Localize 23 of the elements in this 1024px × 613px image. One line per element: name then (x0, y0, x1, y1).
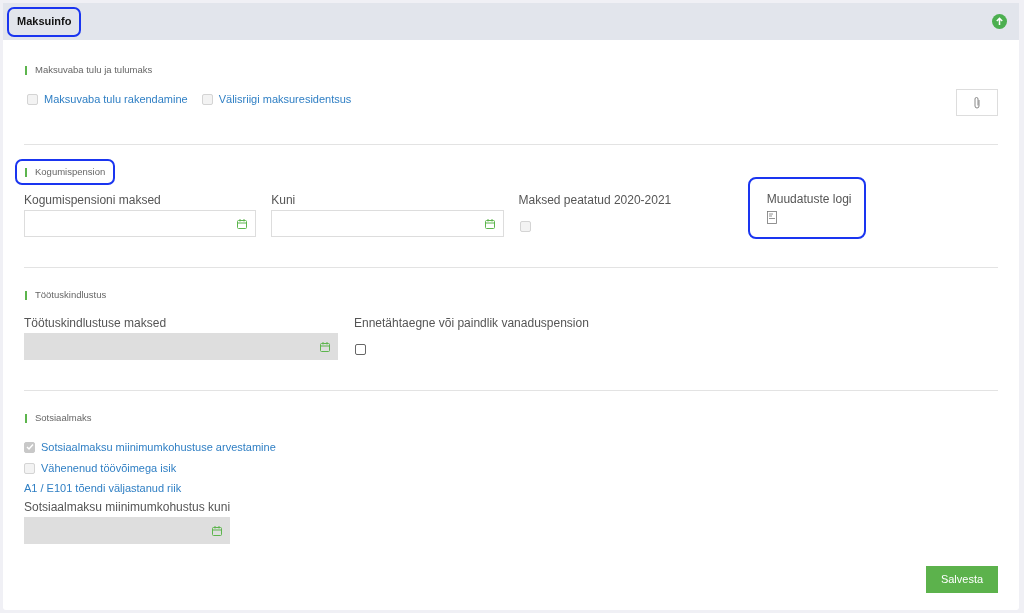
section-title: Maksuvaba tulu ja tulumaks (35, 62, 153, 77)
checkbox[interactable] (355, 344, 366, 355)
section-title: Kogumispension (35, 164, 106, 179)
paperclip-icon (973, 95, 981, 110)
field-label: Ennetähtaegne või paindlik vanaduspension (354, 315, 590, 332)
section-title: Sotsiaalmaks (35, 410, 92, 425)
section-title: Töötuskindlustus (35, 287, 107, 302)
save-button[interactable]: Salvesta (926, 566, 998, 593)
link[interactable]: A1 / E101 tõendi väljastanud riik (24, 479, 182, 497)
field-label: Kuni (271, 192, 297, 207)
calendar-icon[interactable] (237, 218, 248, 229)
field-label: Töötuskindlustuse maksed (24, 315, 168, 330)
attach-button[interactable] (956, 89, 998, 116)
header-title: Maksuinfo (17, 14, 72, 30)
date-field[interactable] (24, 210, 257, 237)
field-label: Muudatuste logi (766, 191, 853, 208)
field-label: Sotsiaalmaksu miinimumkohustus kuni (24, 499, 231, 514)
field-label: Maksed peatatud 2020-2021 (518, 192, 673, 209)
arrow-up-icon[interactable] (992, 14, 1007, 29)
date-field[interactable] (271, 210, 504, 237)
document-icon[interactable] (766, 211, 777, 224)
calendar-icon[interactable] (484, 218, 495, 229)
field-label: Kogumispensioni maksed (24, 192, 162, 207)
